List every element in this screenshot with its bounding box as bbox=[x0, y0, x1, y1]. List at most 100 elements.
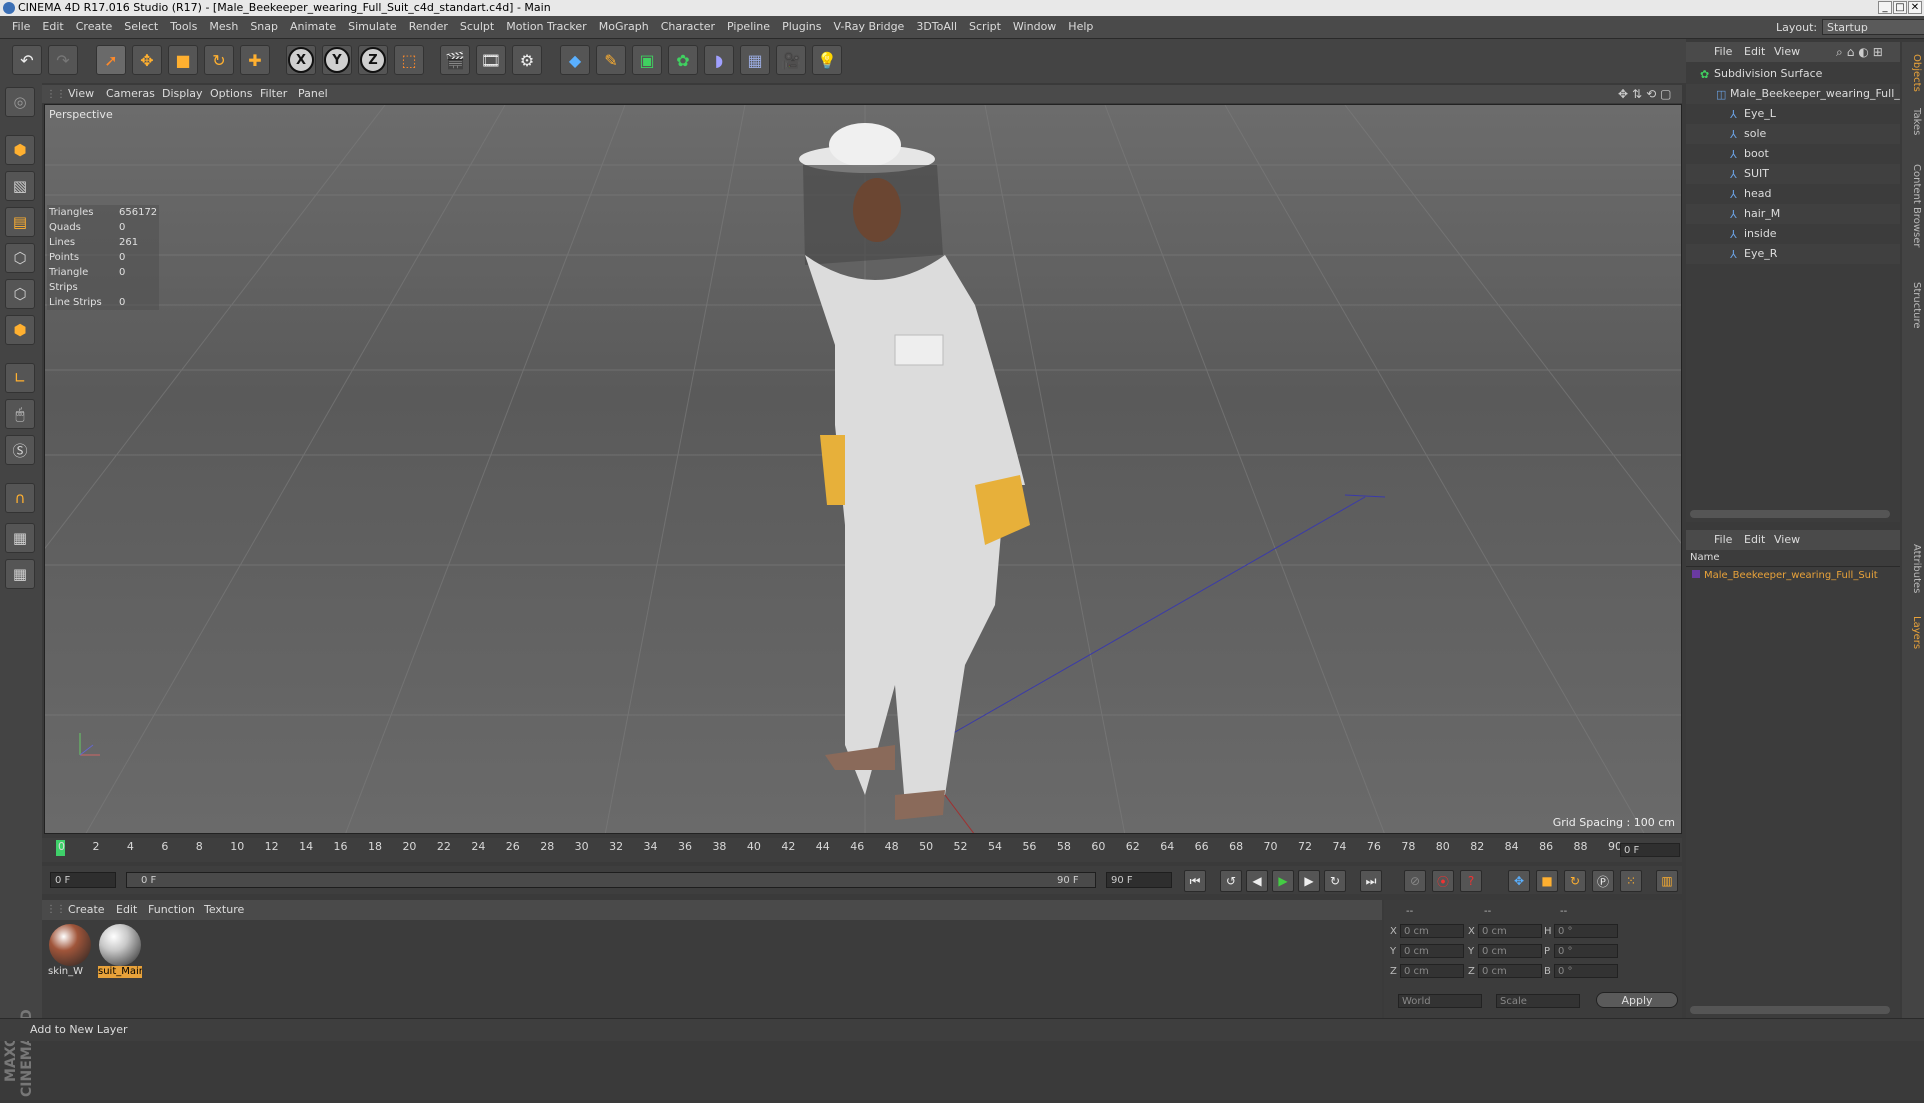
coords-value-field[interactable]: 0 cm bbox=[1478, 924, 1542, 938]
select-tool-icon[interactable]: ➚ bbox=[96, 45, 126, 75]
object-row[interactable]: ✿ Subdivision Surface bbox=[1686, 64, 1900, 84]
start-frame-field[interactable]: 0 F bbox=[50, 872, 116, 888]
render-picture-viewer-icon[interactable]: 🎞 bbox=[476, 45, 506, 75]
menu-help[interactable]: Help bbox=[1062, 16, 1099, 38]
object-manager-tools-icons[interactable]: ⌕⌂◐⊞ bbox=[1836, 45, 1887, 60]
menu-pipeline[interactable]: Pipeline bbox=[721, 16, 776, 38]
minimize-button[interactable]: _ bbox=[1878, 1, 1892, 14]
go-to-end-icon[interactable]: ⏭ bbox=[1360, 870, 1382, 892]
undo-icon[interactable]: ↶ bbox=[12, 45, 42, 75]
object-row[interactable]: ◫Male_Beekeeper_wearing_Full_Suit bbox=[1686, 84, 1900, 104]
object-menu-view[interactable]: View bbox=[1774, 42, 1800, 62]
model-mode-icon[interactable]: ⬢ bbox=[5, 135, 35, 165]
prev-frame-icon[interactable]: ◀ bbox=[1246, 870, 1268, 892]
viewport-nav-icons[interactable]: ✥⇅⟲▢ bbox=[1618, 87, 1676, 101]
tab-takes[interactable]: Takes bbox=[1904, 102, 1922, 142]
x-axis-icon[interactable]: X bbox=[286, 45, 316, 75]
menu-script[interactable]: Script bbox=[963, 16, 1007, 38]
menu-motion-tracker[interactable]: Motion Tracker bbox=[500, 16, 592, 38]
object-manager-scrollbar[interactable] bbox=[1690, 510, 1890, 518]
deformer-icon[interactable]: ◗ bbox=[704, 45, 734, 75]
menu-mograph[interactable]: MoGraph bbox=[593, 16, 655, 38]
object-row[interactable]: ⅄ Eye_L bbox=[1686, 104, 1900, 124]
range-slider[interactable]: 0 F 90 F bbox=[126, 872, 1096, 888]
object-row[interactable]: ⅄ inside bbox=[1686, 224, 1900, 244]
coords-value-field[interactable]: 0 ° bbox=[1554, 924, 1618, 938]
coords-value-field[interactable]: 0 ° bbox=[1554, 944, 1618, 958]
maximize-button[interactable]: □ bbox=[1893, 1, 1907, 14]
menu-window[interactable]: Window bbox=[1007, 16, 1062, 38]
viewport-menu-display[interactable]: Display bbox=[162, 85, 203, 103]
material-swatch[interactable]: suit_Mair bbox=[98, 924, 142, 978]
transform-tool-icon[interactable]: ✚ bbox=[240, 45, 270, 75]
object-row[interactable]: ⅄ Eye_R bbox=[1686, 244, 1900, 264]
go-to-start-icon[interactable]: ⏮ bbox=[1184, 870, 1206, 892]
object-row[interactable]: ⅄ sole bbox=[1686, 124, 1900, 144]
key-pla-icon[interactable]: ⁙ bbox=[1620, 870, 1642, 892]
menu-simulate[interactable]: Simulate bbox=[342, 16, 403, 38]
key-position-icon[interactable]: ✥ bbox=[1508, 870, 1530, 892]
coords-value-field[interactable]: 0 cm bbox=[1478, 944, 1542, 958]
close-button[interactable]: ✕ bbox=[1908, 1, 1922, 14]
subdivision-icon[interactable]: ▣ bbox=[632, 45, 662, 75]
menu-tools[interactable]: Tools bbox=[164, 16, 203, 38]
layout-select[interactable]: Startup bbox=[1822, 19, 1924, 35]
points-mode-icon[interactable]: ⬡ bbox=[5, 243, 35, 273]
material-menu-create[interactable]: Create bbox=[68, 900, 105, 920]
next-frame-icon[interactable]: ▶ bbox=[1298, 870, 1320, 892]
coords-value-field[interactable]: 0 cm bbox=[1400, 944, 1464, 958]
polygons-mode-icon[interactable]: ⬢ bbox=[5, 315, 35, 345]
menu-3dtoall[interactable]: 3DToAll bbox=[910, 16, 963, 38]
planar-workplane-icon[interactable]: ▦ bbox=[5, 559, 35, 589]
viewport-menu-view[interactable]: View bbox=[68, 85, 94, 103]
material-menu-texture[interactable]: Texture bbox=[204, 900, 244, 920]
object-row[interactable]: ⅄ SUIT bbox=[1686, 164, 1900, 184]
key-rotation-icon[interactable]: ↻ bbox=[1564, 870, 1586, 892]
end-frame-field[interactable]: 90 F bbox=[1106, 872, 1172, 888]
next-key-icon[interactable]: ↻ bbox=[1324, 870, 1346, 892]
layer-menu-view[interactable]: View bbox=[1774, 530, 1800, 550]
coords-value-field[interactable]: 0 cm bbox=[1400, 924, 1464, 938]
camera-icon[interactable]: 🎥 bbox=[776, 45, 806, 75]
viewport-menu-panel[interactable]: Panel bbox=[298, 85, 328, 103]
coords-value-field[interactable]: 0 ° bbox=[1554, 964, 1618, 978]
current-frame-field[interactable]: 0 F bbox=[1620, 843, 1680, 857]
timeline-ruler[interactable]: 0 2 4 6 8 10 12 14 16 18 20 22 24 26 28 30 32 34 36 38 40 42 4… bbox=[42, 838, 1682, 862]
menu-character[interactable]: Character bbox=[655, 16, 721, 38]
y-axis-icon[interactable]: Y bbox=[322, 45, 352, 75]
tab-objects[interactable]: Objects bbox=[1904, 48, 1922, 98]
object-row[interactable]: ⅄ hair_M bbox=[1686, 204, 1900, 224]
menu-create[interactable]: Create bbox=[70, 16, 119, 38]
keyframe-selection-icon[interactable]: ? bbox=[1460, 870, 1482, 892]
make-editable-icon[interactable]: ◎ bbox=[5, 87, 35, 117]
z-axis-icon[interactable]: Z bbox=[358, 45, 388, 75]
object-menu-file[interactable]: File bbox=[1714, 42, 1732, 62]
record-icon[interactable]: ⊘ bbox=[1404, 870, 1426, 892]
viewport-menu-cameras[interactable]: Cameras bbox=[106, 85, 155, 103]
viewport-menu-filter[interactable]: Filter bbox=[260, 85, 287, 103]
menu-animate[interactable]: Animate bbox=[284, 16, 342, 38]
floor-icon[interactable]: ▦ bbox=[740, 45, 770, 75]
key-parameter-icon[interactable]: Ⓟ bbox=[1592, 870, 1614, 892]
coords-size-select[interactable]: Scale bbox=[1496, 994, 1580, 1008]
3d-viewport[interactable]: Perspective Triangles 656172 Quads 0 Lines 26… bbox=[44, 104, 1682, 834]
object-row[interactable]: ⅄ head bbox=[1686, 184, 1900, 204]
menu-snap[interactable]: Snap bbox=[244, 16, 284, 38]
workplane-icon[interactable]: ▤ bbox=[5, 207, 35, 237]
menu-sculpt[interactable]: Sculpt bbox=[454, 16, 500, 38]
play-icon[interactable]: ▶ bbox=[1272, 870, 1294, 892]
tab-structure[interactable]: Structure bbox=[1904, 270, 1922, 340]
menu-edit[interactable]: Edit bbox=[36, 16, 69, 38]
layer-manager-scrollbar[interactable] bbox=[1690, 1006, 1890, 1014]
tweak-mode-icon[interactable]: 🖱 bbox=[5, 399, 35, 429]
rotate-tool-icon[interactable]: ↻ bbox=[204, 45, 234, 75]
scale-tool-icon[interactable]: ■ bbox=[168, 45, 198, 75]
autokey-icon[interactable]: ⦿ bbox=[1432, 870, 1454, 892]
coordinate-system-icon[interactable]: ⬚ bbox=[394, 45, 424, 75]
key-scale-icon[interactable]: ■ bbox=[1536, 870, 1558, 892]
prev-key-icon[interactable]: ↺ bbox=[1220, 870, 1242, 892]
tab-content-browser[interactable]: Content Browser bbox=[1904, 146, 1922, 266]
apply-button[interactable]: Apply bbox=[1596, 992, 1678, 1008]
object-row[interactable]: ⅄ boot bbox=[1686, 144, 1900, 164]
coords-mode-select[interactable]: World bbox=[1398, 994, 1482, 1008]
